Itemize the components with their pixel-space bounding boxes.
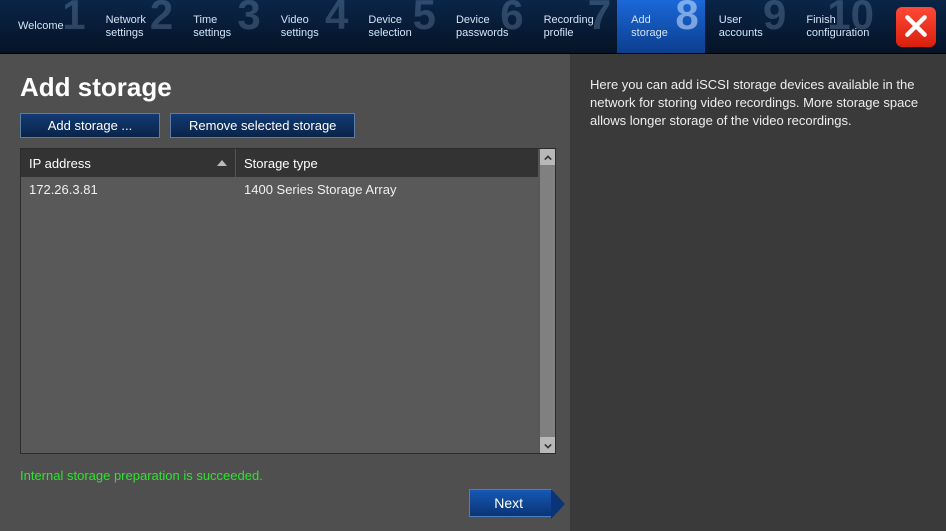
step-label: Finish configuration: [806, 14, 874, 40]
table-scrollbar[interactable]: [539, 149, 555, 453]
remove-storage-button[interactable]: Remove selected storage: [170, 113, 355, 138]
chevron-down-icon: [544, 438, 552, 453]
step-label: Video settings: [281, 14, 349, 40]
page-title: Add storage: [20, 72, 556, 103]
help-panel: Here you can add iSCSI storage devices a…: [570, 54, 946, 531]
step-label: Add storage: [631, 14, 699, 40]
content-panel: Add storage Add storage ... Remove selec…: [0, 54, 570, 531]
step-label: Network settings: [106, 14, 174, 40]
cell-type[interactable]: 1400 Series Storage Array: [236, 177, 539, 203]
column-header-ip[interactable]: IP address: [21, 149, 236, 177]
add-storage-button[interactable]: Add storage ...: [20, 113, 160, 138]
step-finish-configuration[interactable]: 10 Finish configuration: [792, 0, 880, 53]
step-network-settings[interactable]: 2 Network settings: [92, 0, 180, 53]
status-text: Internal storage preparation is succeede…: [20, 468, 556, 483]
main-area: Add storage Add storage ... Remove selec…: [0, 54, 946, 531]
close-button[interactable]: [896, 7, 936, 47]
step-label: Device selection: [368, 14, 436, 40]
help-text: Here you can add iSCSI storage devices a…: [590, 76, 920, 130]
step-recording-profile[interactable]: 7 Recording profile: [530, 0, 618, 53]
scroll-up-button[interactable]: [540, 149, 555, 165]
step-time-settings[interactable]: 3 Time settings: [179, 0, 267, 53]
scroll-down-button[interactable]: [540, 437, 555, 453]
scroll-track[interactable]: [540, 165, 555, 437]
step-label: Time settings: [193, 14, 261, 40]
step-label: Welcome: [18, 20, 86, 33]
step-user-accounts[interactable]: 9 User accounts: [705, 0, 793, 53]
step-label: Recording profile: [544, 14, 612, 40]
sort-ascending-icon: [217, 160, 227, 166]
close-icon: [903, 13, 929, 42]
column-header-label: Storage type: [244, 156, 318, 171]
cell-ip[interactable]: 172.26.3.81: [21, 177, 236, 203]
step-label: User accounts: [719, 14, 787, 40]
step-label: Device passwords: [456, 14, 524, 40]
column-header-label: IP address: [29, 156, 91, 171]
step-welcome[interactable]: 1 Welcome: [4, 0, 92, 53]
chevron-up-icon: [544, 150, 552, 165]
step-video-settings[interactable]: 4 Video settings: [267, 0, 355, 53]
next-button[interactable]: Next: [469, 489, 552, 517]
step-device-selection[interactable]: 5 Device selection: [354, 0, 442, 53]
step-device-passwords[interactable]: 6 Device passwords: [442, 0, 530, 53]
column-header-type[interactable]: Storage type: [236, 149, 539, 177]
button-row: Add storage ... Remove selected storage: [20, 113, 556, 138]
storage-table: IP address 172.26.3.81 Storage type 1400…: [20, 148, 556, 454]
wizard-stepbar: 1 Welcome 2 Network settings 3 Time sett…: [0, 0, 946, 54]
step-add-storage[interactable]: 8 Add storage: [617, 0, 705, 53]
